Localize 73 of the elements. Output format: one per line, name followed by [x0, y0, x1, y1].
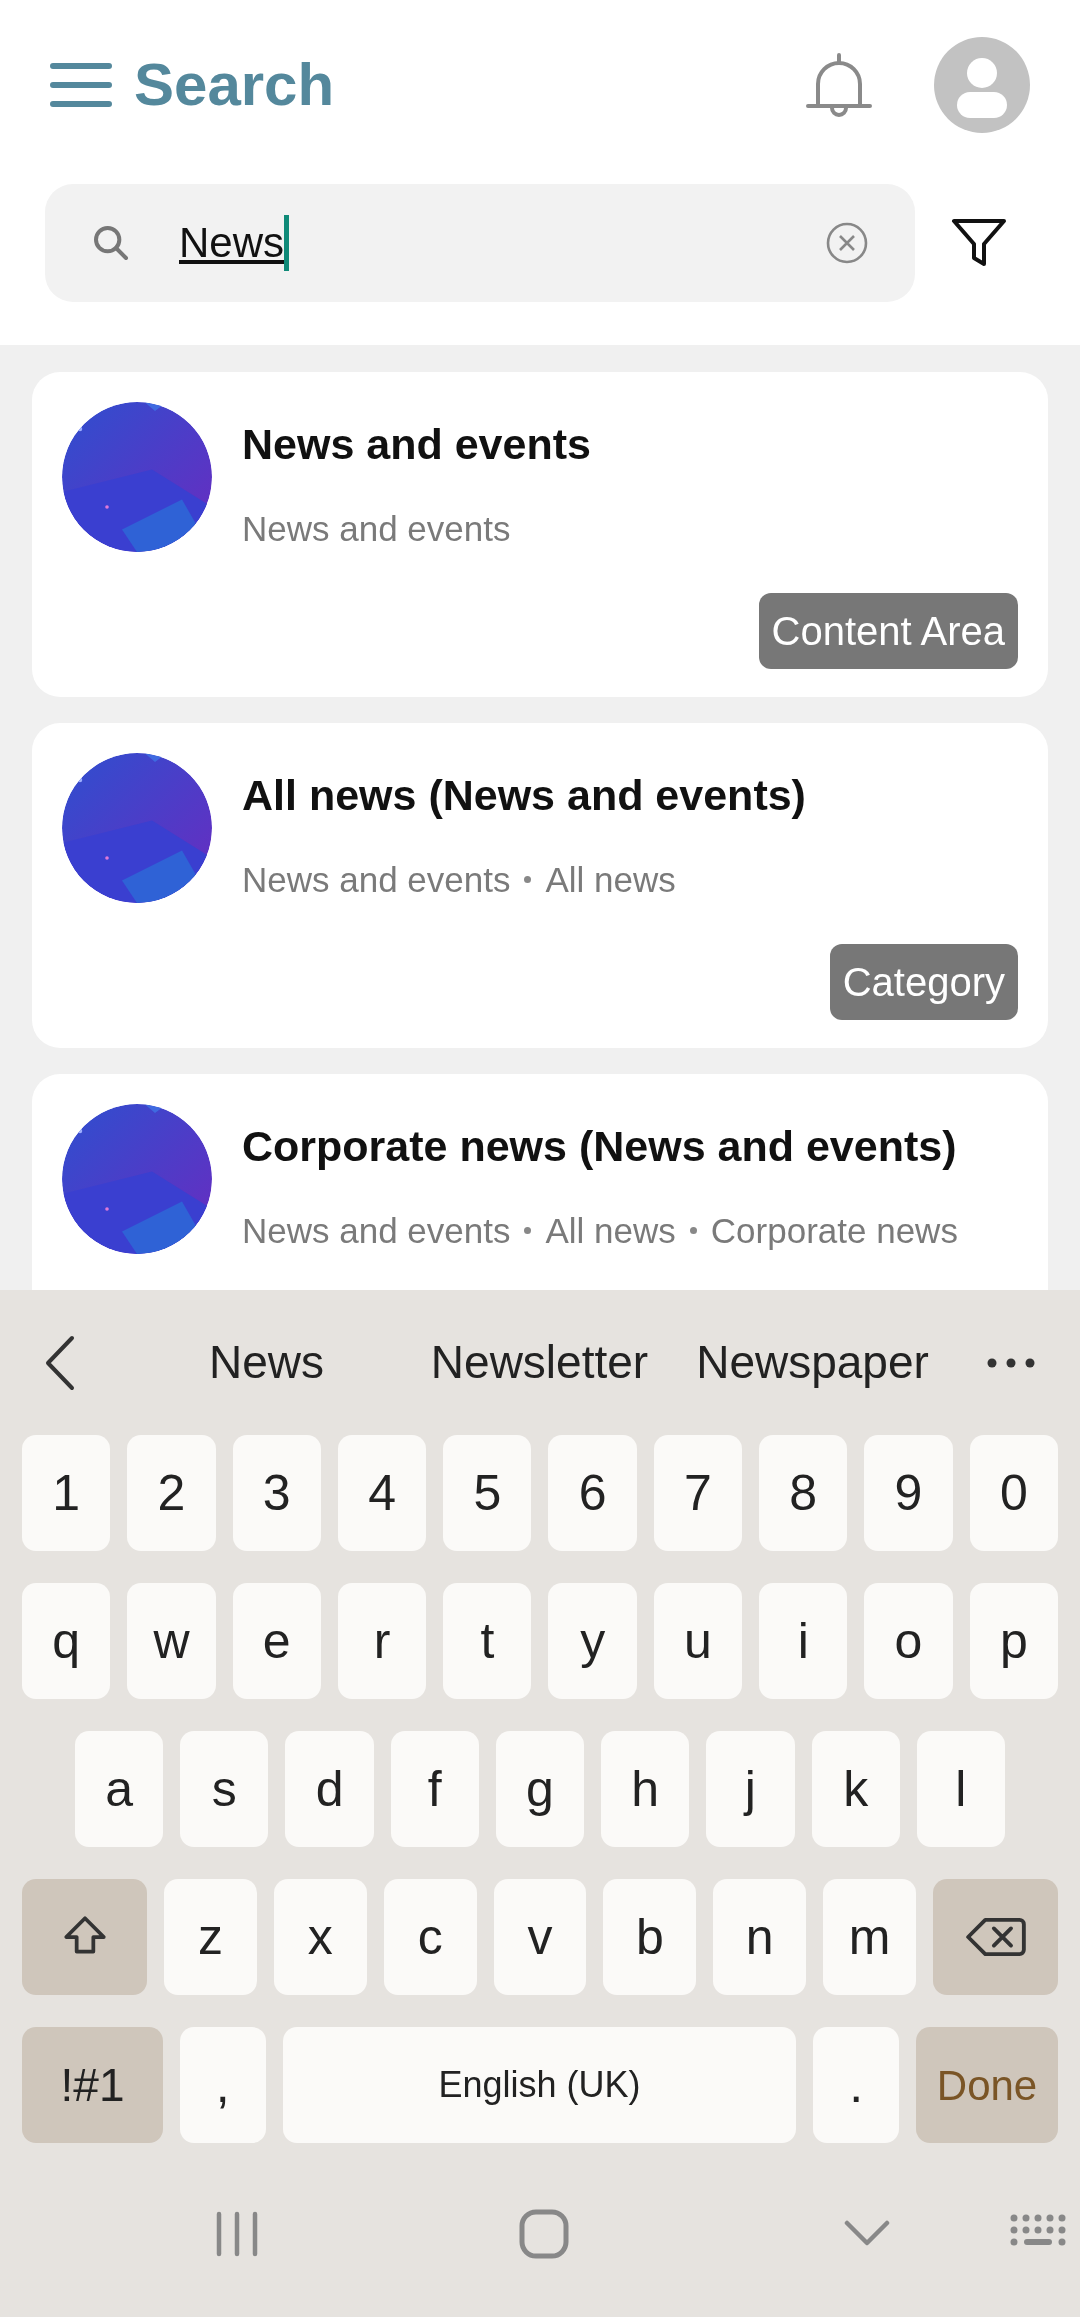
keyboard-key[interactable]: q	[22, 1583, 111, 1699]
menu-icon[interactable]	[50, 62, 112, 108]
keyboard-key[interactable]: f	[390, 1731, 479, 1847]
breadcrumb-text: All news	[545, 858, 676, 901]
keyboard-key[interactable]: k	[811, 1731, 900, 1847]
keyboard-key[interactable]: w	[127, 1583, 216, 1699]
keyboard-key[interactable]: h	[601, 1731, 690, 1847]
type-tag: Category	[829, 944, 1018, 1020]
backspace-icon	[965, 1915, 1026, 1959]
keyboard-key[interactable]: 5	[443, 1435, 532, 1551]
keyboard-key[interactable]: .	[813, 2027, 899, 2143]
keyboard-key[interactable]: ,	[180, 2027, 266, 2143]
result-card[interactable]: All news (News and events) News and events All news Category	[32, 723, 1048, 1048]
backspace-key[interactable]	[933, 1879, 1058, 1995]
keyboard-key[interactable]: n	[713, 1879, 807, 1995]
keyboard-key[interactable]: z	[164, 1879, 257, 1995]
back-chevron-icon[interactable]	[45, 1334, 75, 1391]
keyboard-key[interactable]: 8	[759, 1435, 848, 1551]
hide-keyboard-icon[interactable]	[844, 2219, 890, 2248]
space-key[interactable]: English (UK)	[282, 2027, 797, 2143]
suggestion-chip[interactable]: News	[130, 1328, 403, 1397]
keyboard-key[interactable]: 9	[864, 1435, 953, 1551]
keyboard-key[interactable]: c	[383, 1879, 477, 1995]
search-field[interactable]: News	[179, 211, 285, 274]
breadcrumb-text: Corporate news	[710, 1209, 958, 1252]
keyboard-key[interactable]: u	[653, 1583, 743, 1699]
keyboard-key[interactable]: j	[706, 1731, 795, 1847]
type-tag: Content Area	[758, 593, 1018, 669]
keyboard-key[interactable]: 2	[127, 1435, 216, 1551]
keyboard-key[interactable]: y	[548, 1583, 637, 1699]
filter-icon[interactable]	[951, 217, 1007, 268]
keyboard-key[interactable]: l	[916, 1731, 1005, 1847]
recent-apps-icon[interactable]	[215, 2210, 259, 2257]
shift-key[interactable]	[22, 1879, 147, 1995]
clear-icon[interactable]	[825, 220, 869, 265]
keyboard-key[interactable]: o	[864, 1583, 953, 1699]
breadcrumb-text: News and events	[242, 858, 511, 901]
keyboard-key[interactable]: x	[273, 1879, 367, 1995]
breadcrumb-text: All news	[545, 1209, 676, 1252]
keyboard-key[interactable]: p	[969, 1583, 1058, 1699]
result-card[interactable]: Corporate news (News and events) News and events All news Corporate news	[32, 1074, 1048, 1290]
result-title: News and events	[242, 419, 591, 470]
result-title: Corporate news (News and events)	[242, 1121, 958, 1172]
suggestion-chip[interactable]: Newsletter	[403, 1328, 676, 1397]
suggestion-chip[interactable]: Newspaper	[676, 1328, 949, 1397]
page-title: Search	[134, 50, 335, 120]
keyboard-key[interactable]: v	[493, 1879, 587, 1995]
keyboard-key[interactable]: s	[180, 1731, 269, 1847]
keyboard-key[interactable]: t	[443, 1583, 532, 1699]
keyboard-key[interactable]: m	[823, 1879, 916, 1995]
result-title: All news (News and events)	[242, 770, 806, 821]
keyboard-key[interactable]: 7	[653, 1435, 743, 1551]
keyboard-key[interactable]: r	[337, 1583, 427, 1699]
keyboard-key[interactable]: 4	[337, 1435, 427, 1551]
avatar-icon[interactable]	[934, 37, 1030, 133]
done-key[interactable]: Done	[916, 2027, 1058, 2143]
breadcrumb-text: News and events	[242, 1209, 511, 1252]
keyboard-key[interactable]: e	[232, 1583, 321, 1699]
keyboard-key[interactable]: i	[759, 1583, 848, 1699]
keyboard-key[interactable]: 0	[969, 1435, 1058, 1551]
keyboard-key[interactable]: 6	[548, 1435, 637, 1551]
home-icon[interactable]	[519, 2208, 569, 2259]
keyboard-key[interactable]: 3	[232, 1435, 321, 1551]
result-card[interactable]: News and events News and events Content Area	[32, 372, 1048, 697]
keyboard-key[interactable]: b	[603, 1879, 697, 1995]
symbols-key[interactable]: !#1	[22, 2027, 163, 2143]
keyboard-key[interactable]: a	[75, 1731, 164, 1847]
bell-icon[interactable]	[804, 52, 874, 118]
breadcrumb-text: News and events	[242, 507, 511, 550]
keyboard-key[interactable]: 1	[22, 1435, 111, 1551]
more-icon[interactable]	[987, 1357, 1035, 1368]
keyboard-key[interactable]: d	[285, 1731, 374, 1847]
keyboard-key[interactable]: g	[495, 1731, 585, 1847]
